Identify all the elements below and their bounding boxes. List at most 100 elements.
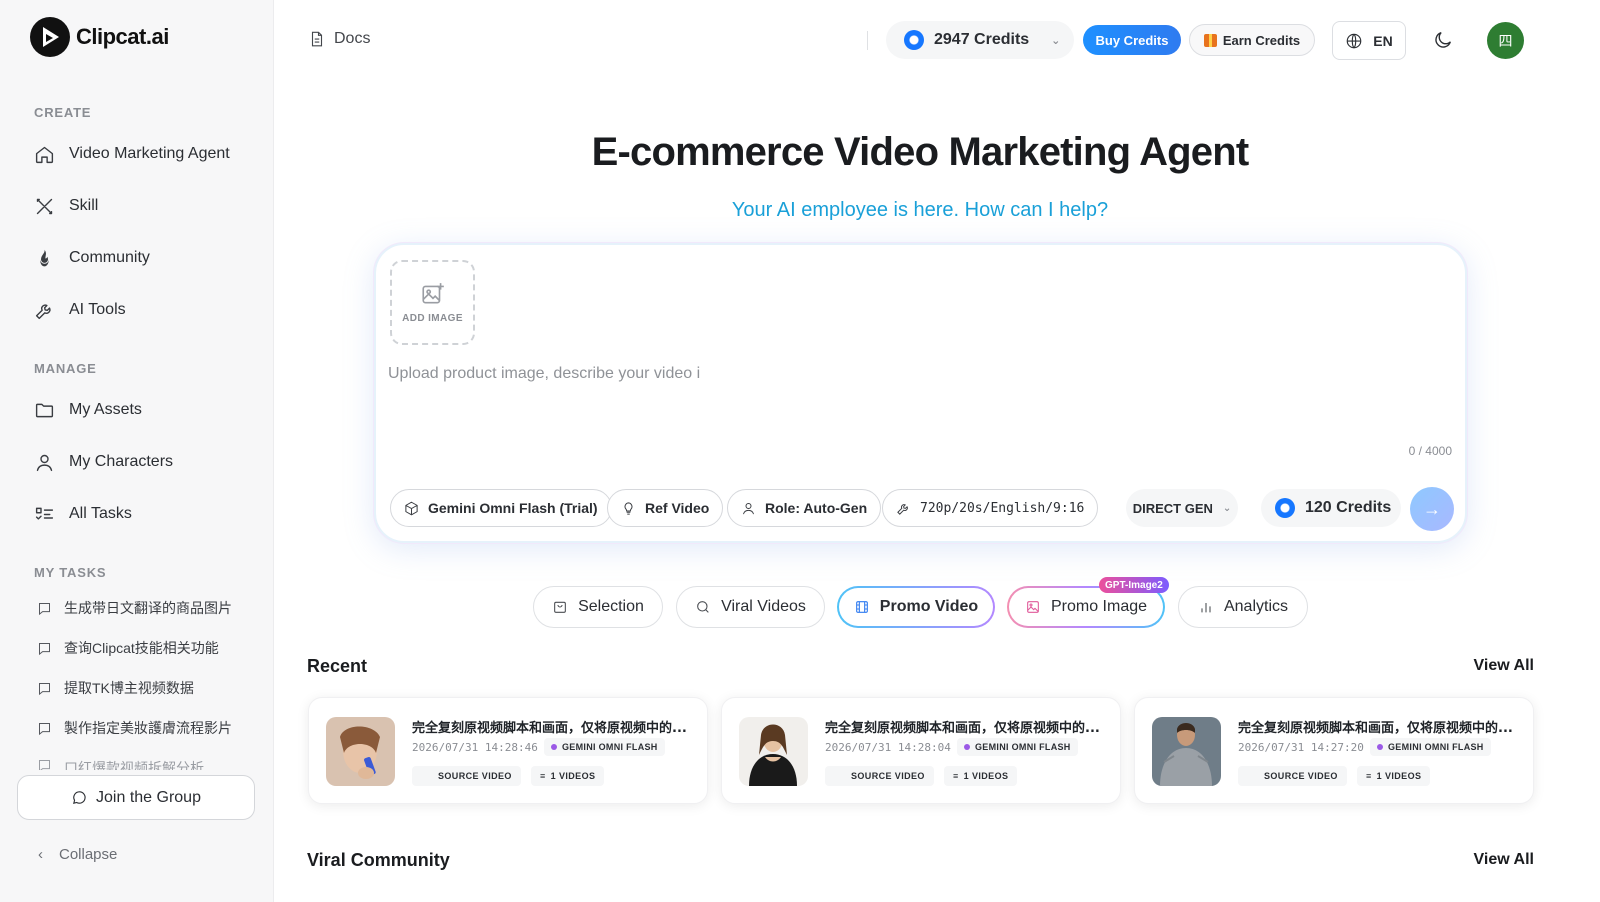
recent-task-card[interactable]: 完全复刻原视频脚本和画面，仅将原视频中的... 2026/07/31 14:28…: [308, 697, 708, 804]
role-selector[interactable]: Role: Auto-Gen: [727, 489, 882, 527]
prompt-input[interactable]: [388, 365, 1448, 445]
bag-icon: [554, 601, 566, 613]
video-settings-label: 720p/20s/English/9:16: [920, 500, 1085, 516]
collapse-button[interactable]: ‹ Collapse: [38, 846, 117, 863]
model-badge: GEMINI OMNI FLASH: [544, 738, 665, 756]
video-count-label: 1 VIDEOS: [550, 771, 596, 781]
coin-icon: [1275, 498, 1295, 518]
source-video-tag[interactable]: SOURCE VIDEO: [825, 766, 934, 786]
chat-icon: [39, 642, 50, 655]
sidebar-item-my-assets[interactable]: My Assets: [34, 398, 142, 422]
source-video-label: SOURCE VIDEO: [1264, 771, 1338, 781]
avatar[interactable]: 四: [1487, 22, 1524, 59]
sidebar-item-all-tasks[interactable]: All Tasks: [34, 502, 132, 526]
sidebar-item-label: My Assets: [69, 401, 142, 418]
chat-icon: [39, 602, 50, 615]
sidebar-item-video-marketing-agent[interactable]: Video Marketing Agent: [34, 142, 230, 166]
credits-dropdown[interactable]: 2947 Credits ⌄: [886, 21, 1074, 59]
video-settings-button[interactable]: 720p/20s/English/9:16: [882, 489, 1099, 527]
skill-icon: [36, 198, 53, 214]
video-count-label: 1 VIDEOS: [1376, 771, 1422, 781]
ref-video-button[interactable]: Ref Video: [607, 489, 724, 527]
sidebar-item-label: AI Tools: [69, 301, 126, 318]
logo-icon: [30, 17, 70, 57]
flame-icon: [40, 249, 49, 266]
task-label: 提取TK博主视频数据: [64, 680, 194, 696]
video-thumbnail: [1152, 717, 1221, 786]
tab-selection[interactable]: Selection: [533, 586, 663, 628]
lightbulb-icon: [624, 501, 633, 515]
earn-credits-button[interactable]: Earn Credits: [1189, 24, 1315, 56]
sidebar-item-ai-tools[interactable]: AI Tools: [34, 298, 126, 322]
source-video-tag[interactable]: SOURCE VIDEO: [1238, 766, 1347, 786]
model-badge-label: GEMINI OMNI FLASH: [1388, 742, 1484, 752]
sidebar-item-my-characters[interactable]: My Characters: [34, 450, 173, 474]
recent-title: Recent: [307, 656, 368, 676]
theme-toggle[interactable]: [1432, 29, 1456, 53]
sidebar-item-label: My Characters: [69, 453, 174, 470]
video-count-tag: ≡ 1 VIDEOS: [944, 766, 1018, 786]
page-title: E-commerce Video Marketing Agent: [591, 130, 1250, 174]
coin-icon: [904, 30, 924, 50]
role-label: Role: Auto-Gen: [765, 500, 868, 516]
layers-icon: ≡: [953, 771, 959, 781]
gift-icon: [1203, 33, 1217, 47]
video-count-tag: ≡ 1 VIDEOS: [531, 766, 605, 786]
chat-bubble-icon: [73, 791, 86, 804]
buy-credits-button[interactable]: Buy Credits: [1083, 25, 1181, 55]
viral-community-view-all-link[interactable]: View All: [1474, 851, 1534, 869]
task-item[interactable]: 查询Clipcat技能相关功能: [37, 638, 219, 658]
task-label: 製作指定美妝護膚流程影片: [64, 720, 232, 736]
user-icon: [36, 454, 53, 471]
page-subtitle: Your AI employee is here. How can I help…: [731, 199, 1109, 221]
chat-icon: [39, 682, 50, 695]
sidebar-item-community[interactable]: Community: [34, 246, 150, 270]
tab-viral-videos[interactable]: Viral Videos: [676, 586, 825, 628]
chat-icon: [39, 722, 50, 735]
task-item[interactable]: 生成带日文翻译的商品图片: [37, 598, 232, 618]
logo[interactable]: Clipcat.ai: [30, 17, 169, 57]
language-selector[interactable]: EN: [1332, 21, 1406, 60]
task-label: 口红爆款视频拆解分析: [64, 760, 204, 770]
task-label: 查询Clipcat技能相关功能: [64, 640, 219, 656]
model-selector[interactable]: Gemini Omni Flash (Trial): [390, 489, 612, 527]
join-group-button[interactable]: Join the Group: [17, 775, 255, 820]
mode-selector[interactable]: DIRECT GEN ⌄: [1126, 489, 1238, 527]
send-button[interactable]: →: [1410, 487, 1454, 531]
folder-icon: [35, 403, 54, 417]
card-title: 完全复刻原视频脚本和画面，仅将原视频中的...: [1238, 721, 1513, 736]
tab-promo-video[interactable]: Promo Video: [837, 586, 995, 628]
earn-credits-label: Earn Credits: [1222, 32, 1301, 48]
recent-view-all-link[interactable]: View All: [1474, 657, 1534, 675]
section-title-manage: MANAGE: [34, 361, 97, 376]
layers-icon: ≡: [540, 771, 546, 781]
chevron-down-icon: ⌄: [1222, 502, 1232, 514]
sidebar-item-label: All Tasks: [69, 505, 132, 522]
model-label: Gemini Omni Flash (Trial): [428, 500, 598, 516]
docs-link[interactable]: Docs: [308, 30, 370, 48]
task-item[interactable]: 提取TK博主视频数据: [37, 678, 194, 698]
video-thumbnail: [739, 717, 808, 786]
sidebar-item-skill[interactable]: Skill: [34, 194, 98, 218]
recent-task-card[interactable]: 完全复刻原视频脚本和画面，仅将原视频中的... 2026/07/31 14:27…: [1134, 697, 1534, 804]
credit-cost-label: 120 Credits: [1305, 499, 1392, 516]
sidebar-item-label: Community: [69, 249, 150, 266]
model-badge: GEMINI OMNI FLASH: [957, 738, 1078, 756]
logo-text: Clipcat.ai: [76, 24, 169, 49]
task-item[interactable]: 製作指定美妝護膚流程影片: [37, 718, 232, 738]
language-label: EN: [1373, 32, 1393, 49]
char-count: 0 / 4000: [1408, 444, 1452, 458]
card-title: 完全复刻原视频脚本和画面，仅将原视频中的...: [825, 721, 1100, 736]
prompt-composer: ADD IMAGE 0 / 4000 Gemini Omni Flash (Tr…: [374, 243, 1467, 543]
tab-analytics[interactable]: Analytics: [1178, 586, 1308, 628]
source-video-tag[interactable]: SOURCE VIDEO: [412, 766, 521, 786]
recent-task-card[interactable]: 完全复刻原视频脚本和画面，仅将原视频中的... 2026/07/31 14:28…: [721, 697, 1121, 804]
ref-video-label: Ref Video: [645, 500, 710, 516]
task-label: 生成带日文翻译的商品图片: [64, 600, 232, 616]
task-item[interactable]: 口红爆款视频拆解分析: [37, 758, 257, 770]
card-date: 2026/07/31 14:27:20: [1238, 741, 1364, 754]
wrench-icon: [897, 503, 908, 515]
source-video-label: SOURCE VIDEO: [851, 771, 925, 781]
add-image-button[interactable]: ADD IMAGE: [390, 260, 475, 345]
image-icon: [1027, 601, 1039, 613]
